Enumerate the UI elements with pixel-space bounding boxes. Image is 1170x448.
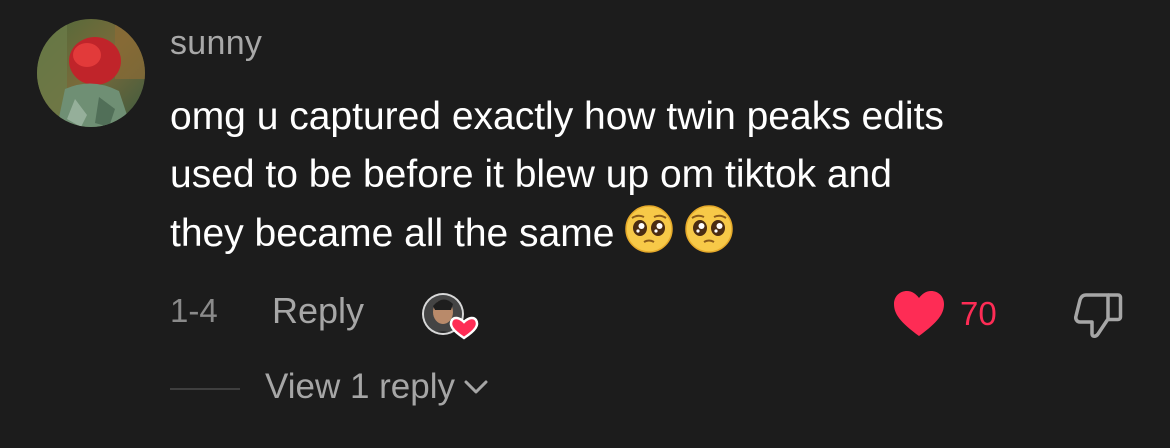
like-count: 70 [960,295,997,332]
user-avatar[interactable] [37,19,145,127]
creator-heart-icon [449,316,479,340]
thumbs-down-icon[interactable] [1072,290,1124,342]
comment-text-line: omg u captured exactly how twin peaks ed… [170,95,944,138]
reply-button[interactable]: Reply [272,290,364,332]
comment-text-last-line: they became all the same [170,204,1150,263]
comment-text-line: they became all the same [170,212,615,255]
view-replies-button[interactable]: View 1 reply [265,367,489,407]
heart-icon[interactable] [892,290,946,338]
pleading-face-emoji-icon [685,205,734,253]
comment-text: omg u captured exactly how twin peaks ed… [170,88,1150,263]
chevron-down-icon[interactable] [463,377,489,397]
comment-date: 1-4 [170,292,218,329]
comment-text-line: used to be before it blew up om tiktok a… [170,153,892,196]
pleading-face-emoji-icon [625,205,674,253]
comment-username[interactable]: sunny [170,24,262,63]
replies-divider [170,388,240,390]
liked-by-creator-badge [419,290,485,342]
dislike-button[interactable] [1072,290,1124,342]
view-replies-label[interactable]: View 1 reply [265,367,455,407]
like-button[interactable]: 70 [892,288,997,340]
